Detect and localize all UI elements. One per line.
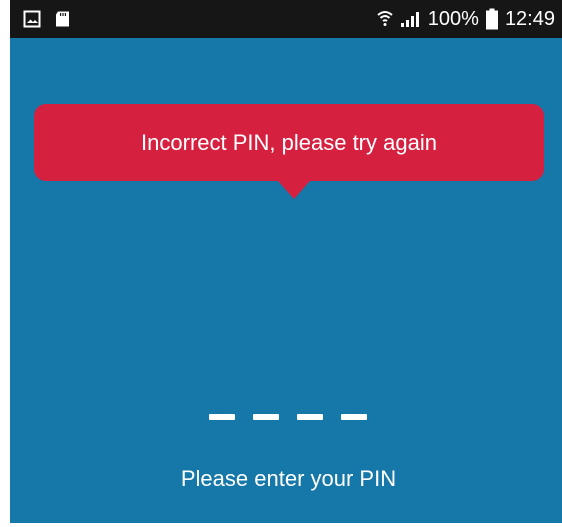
error-alert-bubble: Incorrect PIN, please try again [34,104,544,181]
status-right-group: 100% 12:49 [376,0,555,38]
clock-time: 12:49 [504,8,555,30]
signal-icon [400,12,419,27]
pin-slot-1 [209,414,235,420]
gallery-icon [23,10,41,28]
wifi-icon [377,11,393,26]
battery-percentage: 100% [427,8,479,30]
error-message: Incorrect PIN, please try again [141,129,437,155]
pin-prompt: Please enter your PIN [180,466,397,491]
pin-slot-2 [253,414,279,420]
status-bar: 100% 12:49 [10,0,562,38]
pin-slot-3 [297,414,323,420]
battery-icon [485,8,498,30]
error-alert-tail [278,181,310,199]
pin-entry-screen: 100% 12:49 Incorrect PIN, please try aga… [10,0,562,523]
pin-indicator [209,414,369,420]
pin-slot-4 [341,414,367,420]
sd-card-icon [56,11,69,27]
